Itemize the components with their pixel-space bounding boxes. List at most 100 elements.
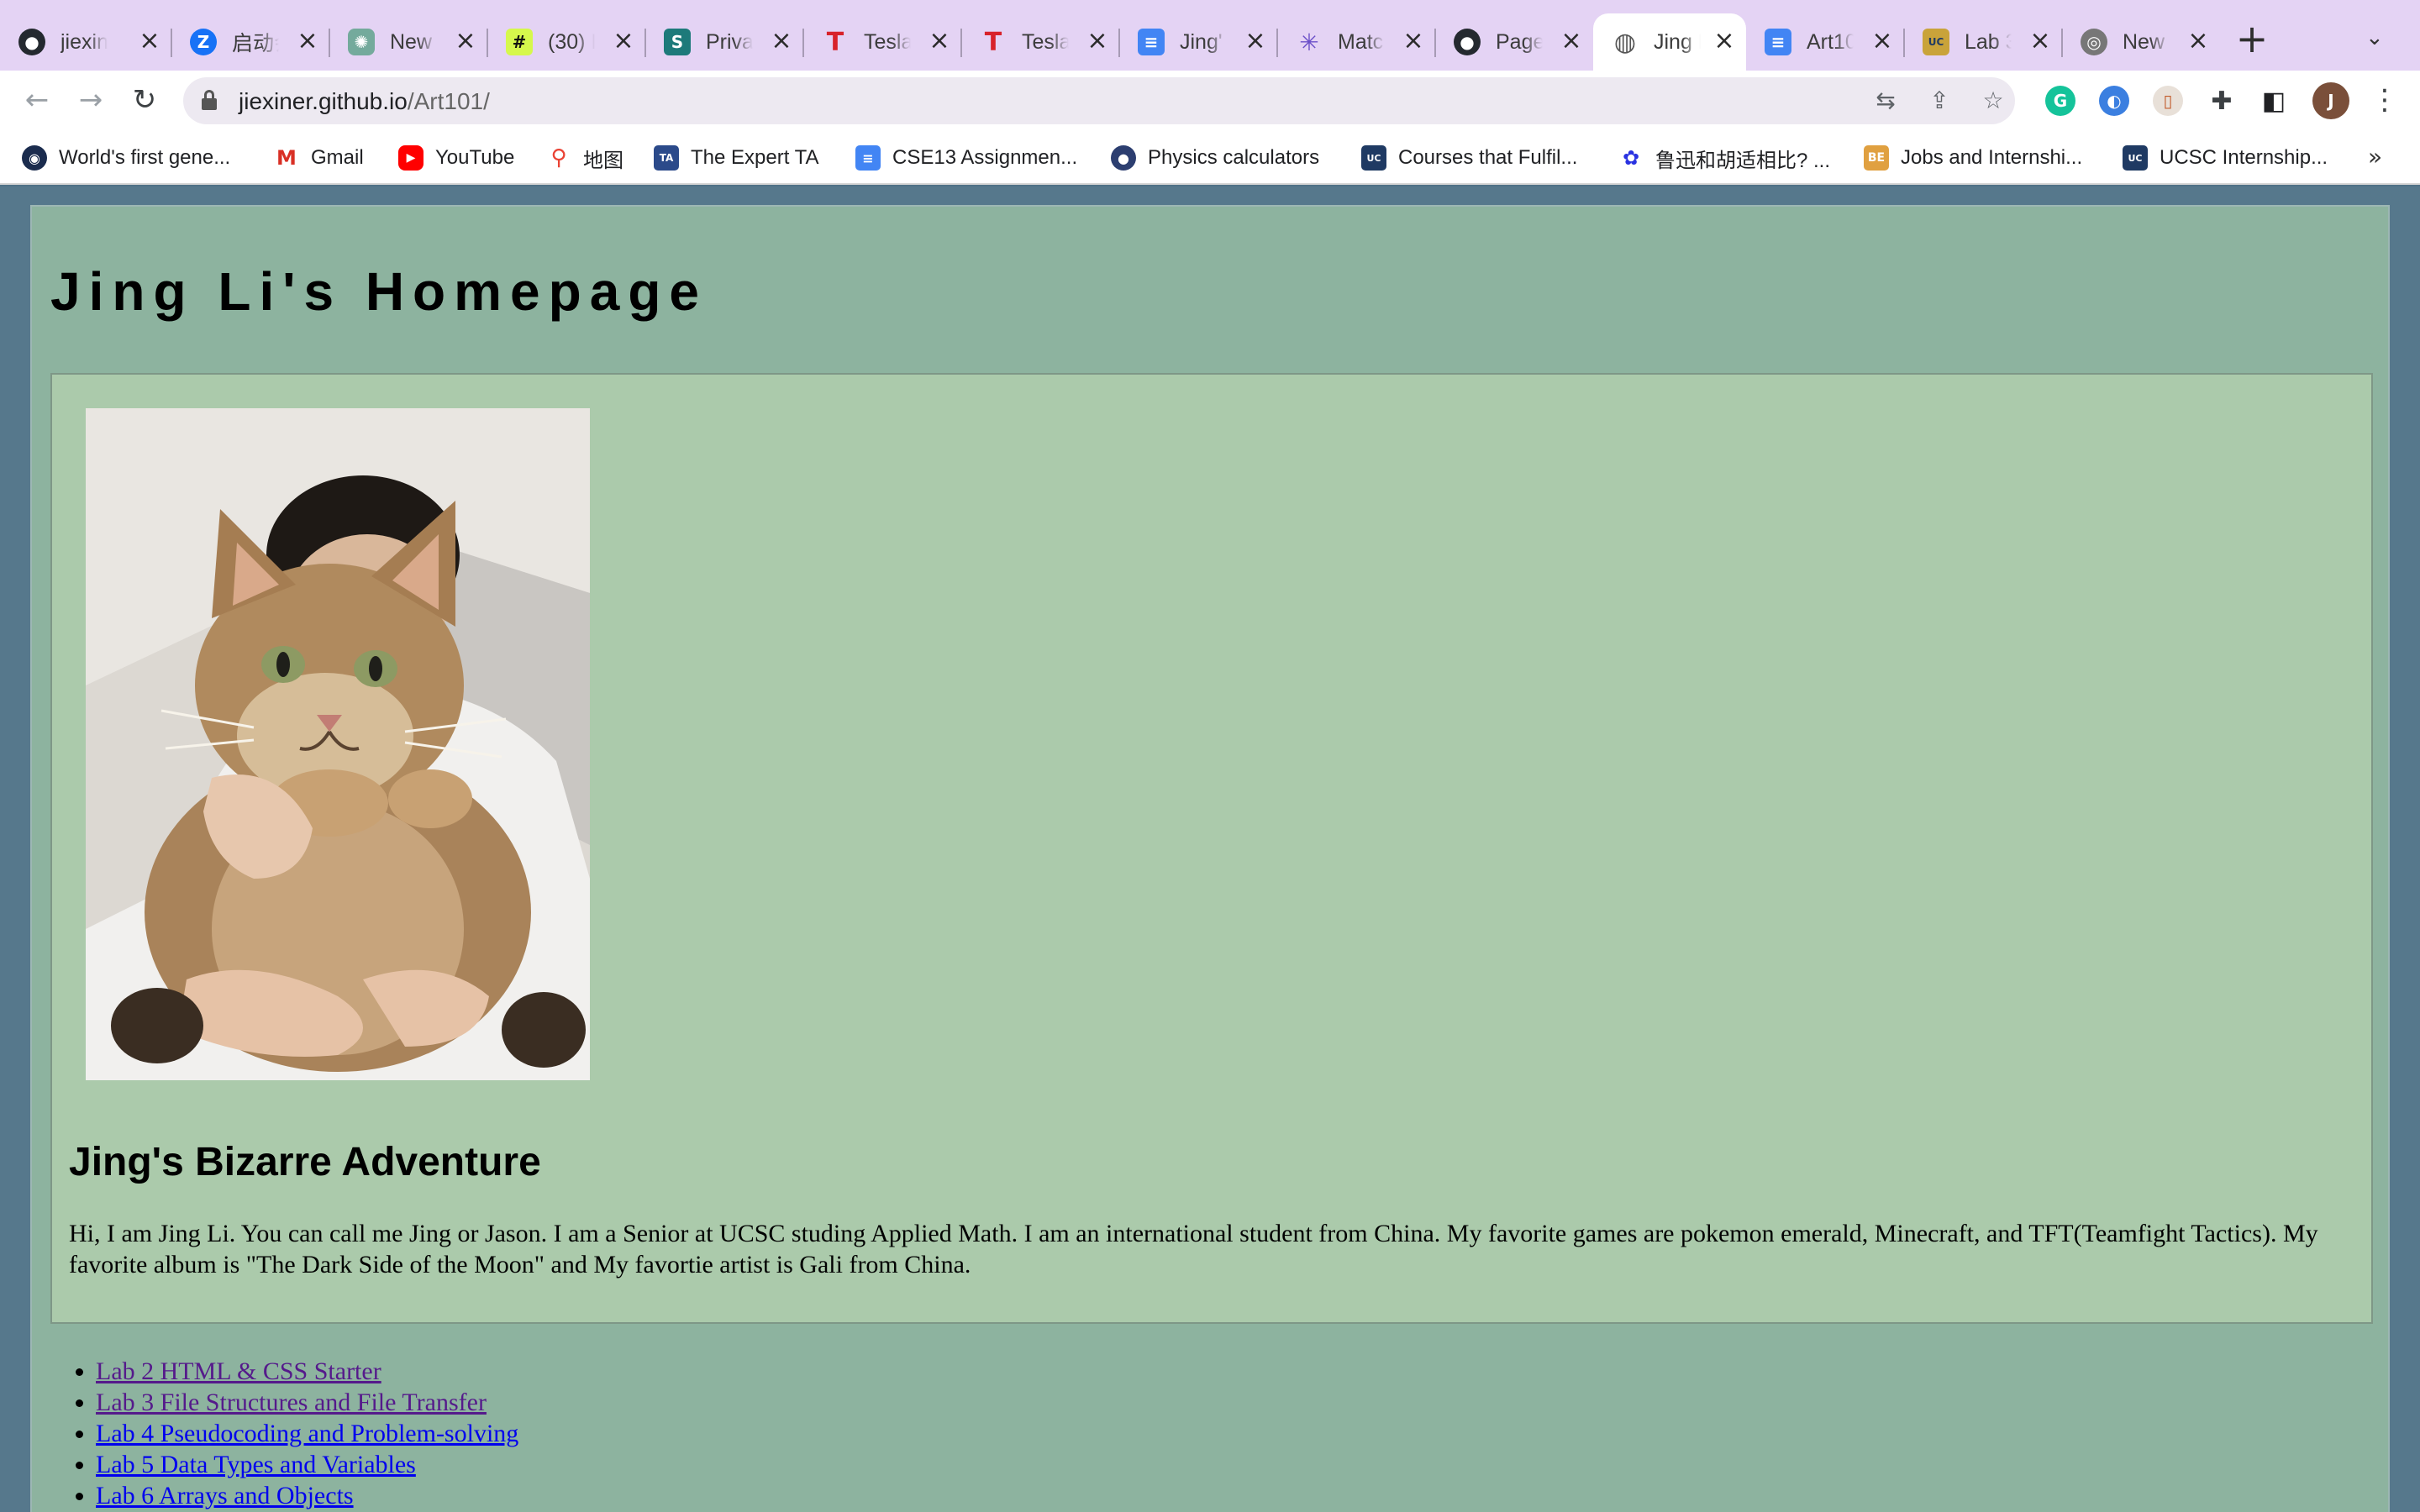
tab[interactable]: ● Page × (1435, 13, 1593, 71)
more-menu-icon[interactable]: ⋮ (2366, 82, 2403, 119)
close-icon[interactable]: × (926, 29, 953, 55)
bookmark-item[interactable]: ● Physics calculators (1111, 143, 1319, 173)
bookmark-item[interactable]: ▶ YouTube (398, 143, 514, 173)
url-path: /Art101/ (407, 88, 490, 114)
tab-title: (30) I (548, 29, 595, 54)
close-icon[interactable]: × (1711, 29, 1738, 55)
close-icon[interactable]: × (1558, 29, 1585, 55)
list-item: Lab 6 Arrays and Objects (96, 1480, 518, 1511)
reload-button[interactable]: ↻ (126, 82, 163, 119)
translate-icon[interactable]: ⇆ (1872, 87, 1899, 114)
tab[interactable]: ≡ Art10 × (1746, 13, 1905, 71)
close-icon[interactable]: × (452, 29, 479, 55)
hashnode-icon: # (506, 29, 533, 55)
tab[interactable]: ≡ Jing' × (1119, 13, 1278, 71)
tesla-icon: T (984, 27, 1002, 57)
tab[interactable]: UC Lab 3 × (1904, 13, 2063, 71)
bookmarks-overflow-button[interactable]: » (2368, 143, 2382, 171)
close-icon[interactable]: × (1084, 29, 1111, 55)
tab[interactable]: ◎ New × (2062, 13, 2220, 71)
bookmark-star-icon[interactable]: ☆ (1980, 87, 2007, 114)
tab[interactable]: ✺ New c × (329, 13, 488, 71)
tab[interactable]: T Tesla × (961, 13, 1120, 71)
bookmark-item[interactable]: TA The Expert TA (654, 143, 819, 173)
tab[interactable]: # (30) I × (487, 13, 646, 71)
cat-photo-illustration (86, 408, 590, 1080)
bookmark-item[interactable]: BE Jobs and Internshi... (1864, 143, 2082, 173)
ucsc-icon: UC (1923, 29, 1949, 55)
github-icon: ● (18, 29, 45, 55)
close-icon[interactable]: × (1869, 29, 1896, 55)
back-button[interactable]: ← (18, 82, 55, 119)
close-icon[interactable]: × (2185, 29, 2212, 55)
tab-title: 启动会 (232, 32, 279, 55)
close-icon[interactable]: × (768, 29, 795, 55)
page-viewport: Jing Li's Homepage Jing's Bizarre Advent… (0, 186, 2420, 1512)
lab-link[interactable]: Lab 5 Data Types and Variables (96, 1451, 416, 1478)
side-panel-icon[interactable]: ◧ (2259, 86, 2289, 116)
baidu-icon: ✿ (1618, 145, 1644, 171)
page-title: Jing Li's Homepage (50, 261, 708, 322)
bookmark-label: 鲁迅和胡适相比? ... (1655, 149, 1831, 172)
tab-title: jiexin (60, 29, 108, 54)
bookmark-item[interactable]: UC Courses that Fulfil... (1361, 143, 1577, 173)
extension-icon[interactable]: ◐ (2099, 86, 2129, 116)
lab-links-list: Lab 2 HTML & CSS Starter Lab 3 File Stru… (96, 1356, 518, 1511)
map-pin-icon: ⚲ (546, 145, 571, 171)
address-bar[interactable]: jiexiner.github.io/Art101/ ⇆ ⇪ ☆ (183, 77, 2015, 124)
grammarly-icon[interactable]: G (2045, 86, 2075, 116)
close-icon[interactable]: × (294, 29, 321, 55)
lab-link[interactable]: Lab 3 File Structures and File Transfer (96, 1389, 487, 1416)
puzzle-icon[interactable]: ✚ (2207, 86, 2237, 116)
section-title: Jing's Bizarre Adventure (69, 1140, 541, 1184)
github-icon: ● (1454, 29, 1481, 55)
forward-button[interactable]: → (72, 82, 109, 119)
google-docs-icon: ≡ (1138, 29, 1165, 55)
bookmark-item[interactable]: ⚲ 地图 (546, 143, 623, 173)
tab-search-icon[interactable]: ⌄ (2365, 25, 2384, 50)
lock-icon[interactable] (202, 90, 217, 110)
lab-link[interactable]: Lab 2 HTML & CSS Starter (96, 1357, 381, 1385)
tab[interactable]: ● jiexin × (0, 13, 172, 71)
close-icon[interactable]: × (136, 29, 163, 55)
physics-icon: ● (1111, 145, 1136, 171)
bookmark-item[interactable]: ◉ World's first gene... (22, 143, 230, 173)
bookmarks-bar: ◉ World's first gene... M Gmail ▶ YouTub… (0, 131, 2420, 185)
new-tab-button[interactable]: + (2232, 19, 2272, 60)
close-icon[interactable]: × (1242, 29, 1269, 55)
profile-photo (86, 408, 590, 1080)
tab-title: Priva (706, 29, 753, 54)
lab-link[interactable]: Lab 6 Arrays and Objects (96, 1482, 354, 1509)
url-text[interactable]: jiexiner.github.io/Art101/ (239, 88, 490, 115)
close-icon[interactable]: × (610, 29, 637, 55)
tab[interactable]: Z 启动会 × (171, 13, 330, 71)
tab[interactable]: ✳ Matc × (1277, 13, 1436, 71)
bookmark-label: The Expert TA (691, 146, 819, 169)
share-icon[interactable]: ⇪ (1926, 87, 1953, 114)
bookmark-label: Jobs and Internshi... (1901, 146, 2083, 169)
intro-panel: Jing's Bizarre Adventure Hi, I am Jing L… (50, 373, 2373, 1324)
lab-link[interactable]: Lab 4 Pseudocoding and Problem-solving (96, 1420, 518, 1447)
tab-active[interactable]: ◍ Jing L × (1593, 13, 1746, 71)
tab-title: Page (1496, 29, 1543, 54)
bookmark-label: CSE13 Assignmen... (892, 146, 1078, 169)
bookmark-item[interactable]: UC UCSC Internship... (2123, 143, 2328, 173)
bookmark-item[interactable]: M Gmail (274, 143, 364, 173)
close-icon[interactable]: × (1400, 29, 1427, 55)
list-item: Lab 2 HTML & CSS Starter (96, 1356, 518, 1387)
globe-icon: ◉ (22, 145, 47, 171)
be-icon: BE (1864, 145, 1889, 171)
page-wrapper: Jing Li's Homepage Jing's Bizarre Advent… (30, 205, 2390, 1512)
tab[interactable]: S Priva × (645, 13, 804, 71)
tab-title: Art10 (1807, 29, 1854, 54)
honey-icon[interactable]: ▯ (2153, 86, 2183, 116)
gmail-icon: M (274, 145, 299, 171)
bookmark-label: Gmail (311, 146, 364, 169)
bookmark-item[interactable]: ✿ 鲁迅和胡适相比? ... (1618, 143, 1830, 173)
bookmark-item[interactable]: ≡ CSE13 Assignmen... (855, 143, 1077, 173)
list-item: Lab 5 Data Types and Variables (96, 1449, 518, 1480)
close-icon[interactable]: × (2027, 29, 2054, 55)
avatar[interactable]: J (2312, 82, 2349, 119)
loading-spinner-icon: ✳ (1299, 28, 1319, 56)
tab[interactable]: T Tesla × (803, 13, 962, 71)
